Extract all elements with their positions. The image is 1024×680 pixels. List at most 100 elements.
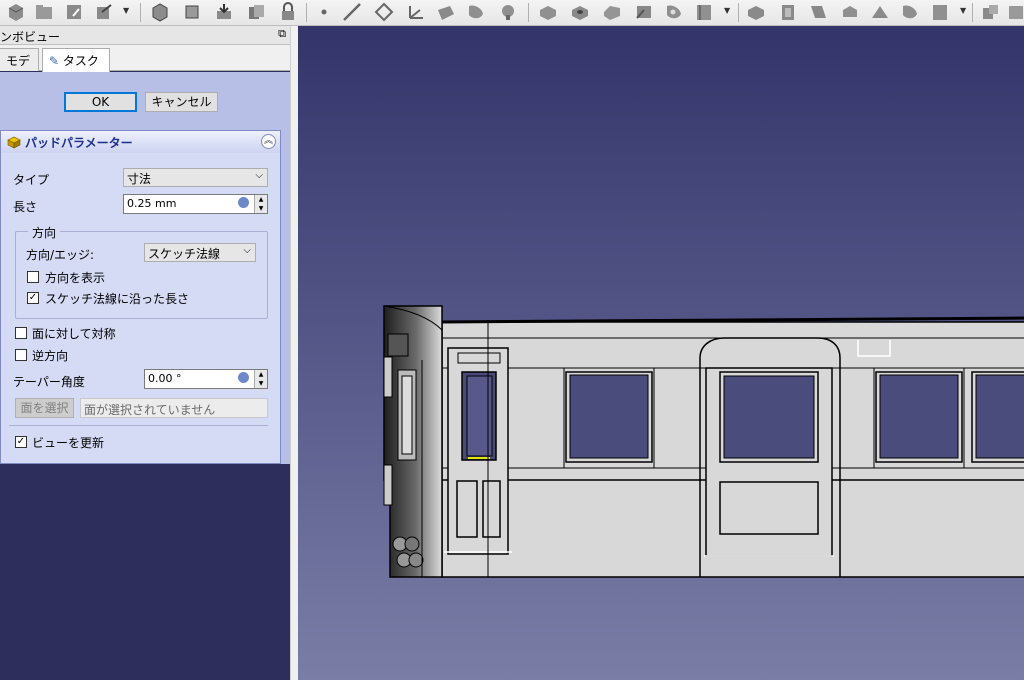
ok-button[interactable]: OK [64,92,137,112]
combo-view-panel: ンボビュー ⧉ モデル ✎ タスク OK キャンセル パッドパラメーター ︽ タ… [0,26,290,680]
tab-task-label: タスク [62,54,99,68]
end-vent [387,333,409,357]
toolbar-separator [528,3,529,22]
collapse-icon[interactable]: ︽ [261,134,276,149]
thickness-icon[interactable] [840,2,860,22]
direction-group-title: 方向 [28,224,61,241]
spin-down-icon[interactable]: ▼ [254,204,267,213]
tab-model[interactable]: モデル [0,48,39,85]
pad-icon [7,136,21,149]
spin-up-icon[interactable]: ▲ [254,195,267,204]
groove-icon[interactable] [602,2,622,22]
hole-icon[interactable] [570,2,590,22]
combo-view-header: ンボビュー ⧉ [0,26,290,45]
end-handrail [383,356,393,398]
pad-parameters-header[interactable]: パッドパラメーター ︽ [1,131,280,153]
taper-angle-input[interactable]: 0.00 ° ▲ ▼ [144,369,268,389]
line-icon[interactable] [342,2,362,22]
linear-pattern-icon[interactable] [900,2,920,22]
point-icon[interactable] [314,2,334,22]
undock-icon[interactable]: ⧉ [278,27,286,41]
pad-parameters-panel: パッドパラメーター ︽ タイプ 寸法 ⌵ 長さ 0.25 mm ▲ ▼ 方向 方… [0,130,281,464]
shape-binder-icon[interactable] [214,2,234,22]
dropdown-arrow-icon[interactable]: ▼ [960,6,966,15]
taper-angle-value: 0.00 ° [148,372,182,385]
combo-tabs: モデル ✎ タスク [0,45,290,85]
additive-loft-icon[interactable] [498,2,518,22]
plane-icon[interactable] [374,2,394,22]
body-icon[interactable] [182,2,202,22]
type-label: タイプ [13,173,50,187]
revolution-icon[interactable] [466,2,486,22]
panel-splitter[interactable] [290,26,298,680]
side-window [879,374,959,459]
chevron-down-icon: ⌵ [243,245,251,256]
subtractive-pipe-icon[interactable] [634,2,654,22]
show-direction-label: 方向を表示 [45,271,106,285]
pad-icon[interactable] [436,2,456,22]
pencil-icon: ✎ [49,54,60,68]
type-select-value: 寸法 [127,172,152,186]
type-select[interactable]: 寸法 ⌵ [123,168,268,187]
length-label: 長さ [13,200,38,214]
clone-icon[interactable] [246,2,266,22]
open-file-icon[interactable] [34,2,54,22]
tab-task[interactable]: ✎ タスク [42,48,110,72]
export-icon[interactable] [94,2,114,22]
toolbar-separator [140,3,141,22]
show-direction-checkbox[interactable] [27,271,39,283]
new-file-icon[interactable] [6,2,26,22]
cancel-button[interactable]: キャンセル [145,92,218,112]
toolbar-separator [306,3,307,22]
end-handrail [383,464,393,506]
face-field: 面が選択されていません [80,398,268,418]
update-view-checkbox[interactable]: ✓ [15,436,27,448]
spin-up-icon[interactable]: ▲ [254,370,267,379]
fillet-icon[interactable] [746,2,766,22]
lock-icon[interactable] [278,2,298,22]
coupler-part [408,552,424,568]
along-sketch-normal-label: スケッチ法線に沿った長さ [45,292,190,306]
coupler-part [404,536,420,552]
symmetric-checkbox[interactable] [15,327,27,339]
length-value: 0.25 mm [127,197,177,210]
draft-icon[interactable] [808,2,828,22]
taper-angle-label: テーパー角度 [13,375,85,389]
task-area: OK キャンセル パッドパラメーター ︽ タイプ 寸法 ⌵ 長さ 0.25 mm [0,72,290,464]
toolbar-separator [738,3,739,22]
along-sketch-normal-checkbox[interactable]: ✓ [27,292,39,304]
mirrored-icon[interactable] [870,2,890,22]
length-input[interactable]: 0.25 mm ▲ ▼ [123,194,268,214]
main-toolbar: ▼ ▼ ▼ [0,0,1024,26]
end-window-glass [401,375,413,455]
railcar-model [383,305,1024,578]
side-window [975,374,1024,459]
additive-box-icon[interactable] [664,2,684,22]
update-view-label: ビューを更新 [32,436,105,450]
expression-icon[interactable] [238,197,249,208]
boolean-icon[interactable] [980,2,1000,22]
dropdown-arrow-icon[interactable]: ▼ [123,6,129,15]
side-window [569,374,649,459]
direction-edge-select[interactable]: スケッチ法線 ⌵ [144,243,256,262]
part-icon[interactable] [150,2,170,22]
expression-icon[interactable] [238,372,249,383]
chevron-down-icon: ⌵ [255,170,263,181]
chamfer-icon[interactable] [778,2,798,22]
select-face-button: 面を選択 [15,398,74,418]
combo-view-title: ンボビュー [0,30,61,44]
divider [9,425,268,426]
center-door-window [723,375,815,459]
reversed-label: 逆方向 [32,349,69,363]
direction-edge-label: 方向/エッジ: [26,248,95,262]
reversed-checkbox[interactable] [15,349,27,361]
3d-view[interactable] [298,26,1024,680]
pocket-icon[interactable] [538,2,558,22]
polar-pattern-icon[interactable] [930,2,950,22]
save-icon[interactable] [64,2,84,22]
multitransform-icon[interactable] [1006,2,1024,22]
dropdown-arrow-icon[interactable]: ▼ [724,6,730,15]
lcs-icon[interactable] [406,2,426,22]
spin-down-icon[interactable]: ▼ [254,379,267,388]
subtractive-box-icon[interactable] [694,2,714,22]
